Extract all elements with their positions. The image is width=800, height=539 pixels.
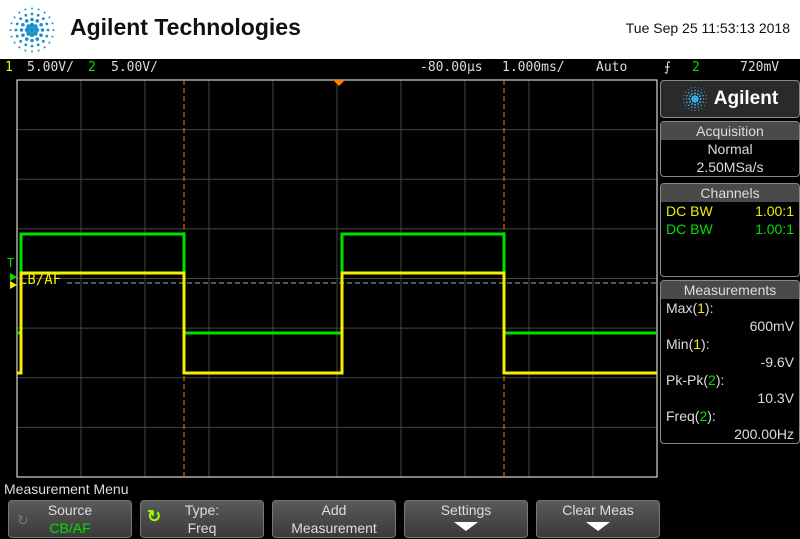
sample-rate: 2.50MSa/s [696, 159, 764, 175]
ch1-ground-marker [10, 281, 17, 289]
trigger-position-marker [333, 80, 345, 86]
measurement-name: Pk-Pk(2): [666, 372, 725, 388]
clear-meas-button[interactable]: Clear Meas [536, 500, 660, 538]
brand-title: Agilent Technologies [70, 14, 301, 40]
source-button[interactable]: ↻ Source CB/AF [8, 500, 132, 538]
measurements-box[interactable]: Measurements Max(1): 600mV Min(1): -9.6V Pk-… [660, 280, 800, 444]
acquisition-title: Acquisition [661, 122, 799, 140]
rotate-knob-icon: ↻ [17, 512, 29, 528]
channels-box[interactable]: Channels DC BW 1.00:1 DC BW 1.00:1 [660, 183, 800, 277]
channel-row-2: DC BW 1.00:1 [666, 221, 794, 237]
add-measurement-button[interactable]: Add Measurement [272, 500, 396, 538]
measurement-value: 200.00Hz [734, 426, 794, 442]
measurement-value: 600mV [749, 318, 794, 334]
measurements-title: Measurements [661, 281, 799, 299]
measurement-value: 10.3V [757, 390, 794, 406]
cursor-label: CB/AF [19, 272, 61, 288]
trigger-level[interactable]: 720mV [740, 60, 779, 75]
time-delay[interactable]: -80.00µs [420, 60, 483, 75]
menu-title: Measurement Menu [4, 481, 129, 497]
acquisition-mode: Normal [707, 141, 753, 157]
measurement-name: Min(1): [666, 336, 710, 352]
trigger-marker: T [7, 256, 14, 270]
ch2-number[interactable]: 2 [88, 60, 96, 75]
arrow-down-icon [586, 522, 610, 531]
waveform-display[interactable]: CB/AF T [0, 77, 660, 479]
status-bar: 1 5.00V/ 2 5.00V/ -80.00µs 1.000ms/ Auto… [0, 59, 800, 77]
header: Agilent Technologies Tue Sep 25 11:53:13… [0, 0, 800, 59]
rising-edge-icon: ⨍ [664, 60, 671, 75]
ch2-scale[interactable]: 5.00V/ [111, 60, 158, 75]
trigger-mode[interactable]: Auto [596, 60, 627, 75]
ch2-ground-marker [10, 273, 17, 281]
time-scale[interactable]: 1.000ms/ [502, 60, 565, 75]
datetime: Tue Sep 25 11:53:13 2018 [625, 20, 790, 36]
measurement-value: -9.6V [760, 354, 794, 370]
trigger-source[interactable]: 2 [692, 60, 700, 75]
channel-row-1: DC BW 1.00:1 [666, 203, 794, 219]
side-panel: Agilent Acquisition Normal 2.50MSa/s Cha… [660, 80, 800, 447]
ch1-scale[interactable]: 5.00V/ [27, 60, 74, 75]
channels-title: Channels [661, 184, 799, 202]
ch1-number[interactable]: 1 [5, 60, 13, 75]
arrow-down-icon [454, 522, 478, 531]
settings-button[interactable]: Settings [404, 500, 528, 538]
agilent-spark-icon [682, 86, 707, 112]
measurement-name: Max(1): [666, 300, 714, 316]
measurement-name: Freq(2): [666, 408, 716, 424]
type-button[interactable]: ↻ Type: Freq [140, 500, 264, 538]
acquisition-box[interactable]: Acquisition Normal 2.50MSa/s [660, 121, 800, 177]
rotate-knob-icon: ↻ [147, 507, 162, 526]
panel-brand: Agilent [713, 88, 779, 109]
agilent-spark-logo-icon [9, 7, 55, 53]
